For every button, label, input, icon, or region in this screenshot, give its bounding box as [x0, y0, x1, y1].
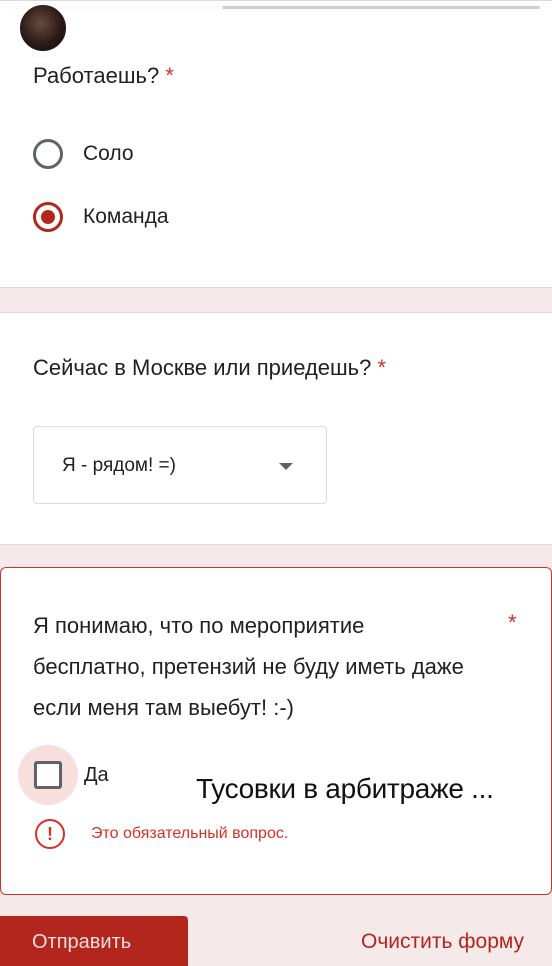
avatar[interactable]	[18, 3, 68, 53]
question-text-consent: Я понимаю, что по мероприятие бесплатно,…	[33, 613, 464, 720]
story-progress-bar	[12, 6, 540, 9]
story-username[interactable]: sofievit	[88, 18, 155, 40]
radio-label-solo[interactable]: Соло	[83, 142, 134, 166]
clear-form-button[interactable]: Очистить форму	[361, 930, 524, 954]
checkbox-label[interactable]: Да	[84, 764, 109, 787]
required-asterisk: *	[508, 610, 517, 635]
more-options-icon[interactable]	[514, 14, 522, 41]
location-dropdown[interactable]: Я - рядом! =)	[33, 426, 327, 504]
question-text: Работаешь?	[33, 63, 160, 88]
chevron-down-icon	[279, 463, 293, 470]
radio-solo[interactable]	[33, 139, 63, 169]
question-title-work: Работаешь? *	[33, 56, 174, 96]
radio-team[interactable]	[33, 202, 63, 232]
dropdown-value: Я - рядом! =)	[62, 455, 176, 476]
story-header: sofievit 2 ч.	[0, 0, 552, 58]
error-icon: !	[35, 819, 65, 849]
consent-checkbox[interactable]	[34, 761, 62, 789]
question-text: Сейчас в Москве или приедешь?	[33, 355, 372, 380]
required-asterisk: *	[165, 63, 174, 88]
story-time: 2 ч.	[172, 18, 204, 39]
question-title-location: Сейчас в Москве или приедешь? *	[33, 348, 386, 388]
submit-button[interactable]: Отправить	[0, 916, 188, 966]
story-caption-overlay: Тусовки в арбитраже ...	[196, 773, 494, 804]
radio-label-team[interactable]: Команда	[83, 205, 169, 229]
error-message: Это обязательный вопрос.	[91, 825, 289, 842]
required-asterisk: *	[377, 355, 387, 380]
